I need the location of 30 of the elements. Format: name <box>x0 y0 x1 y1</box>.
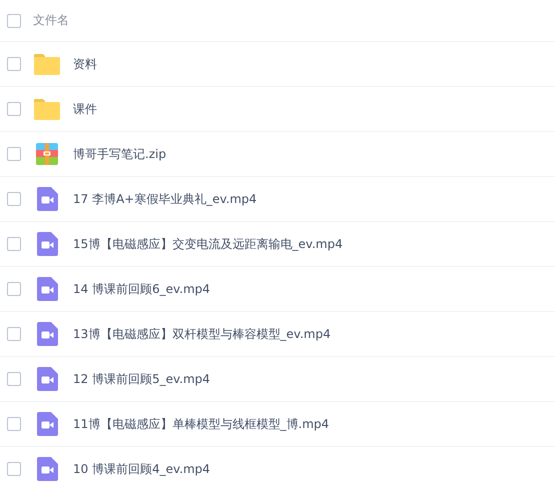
video-file-icon <box>34 186 60 212</box>
checkbox[interactable] <box>7 282 21 296</box>
file-name[interactable]: 11博【电磁感应】单棒模型与线框模型_博.mp4 <box>73 416 330 432</box>
video-file-icon <box>34 366 60 392</box>
file-name[interactable]: 资料 <box>73 56 97 72</box>
file-name[interactable]: 10 博课前回顾4_ev.mp4 <box>73 460 210 478</box>
checkbox[interactable] <box>7 147 21 161</box>
checkbox[interactable] <box>7 372 21 386</box>
file-name[interactable]: 17 李博A+寒假毕业典礼_ev.mp4 <box>73 190 257 208</box>
checkbox[interactable] <box>7 57 21 71</box>
checkbox[interactable] <box>7 327 21 341</box>
video-file-icon <box>34 231 60 257</box>
video-file-icon <box>34 411 60 437</box>
file-name[interactable]: 14 博课前回顾6_ev.mp4 <box>73 280 210 298</box>
folder-icon <box>34 96 60 122</box>
checkbox[interactable] <box>7 102 21 116</box>
checkbox[interactable] <box>7 192 21 206</box>
checkbox[interactable] <box>7 14 21 28</box>
video-file-icon <box>34 276 60 302</box>
file-name[interactable]: 博哥手写笔记.zip <box>73 146 166 162</box>
checkbox[interactable] <box>7 462 21 476</box>
checkbox[interactable] <box>7 237 21 251</box>
checkbox[interactable] <box>7 417 21 431</box>
file-name[interactable]: 15博【电磁感应】交变电流及远距离输电_ev.mp4 <box>73 236 343 252</box>
archive-icon <box>34 141 60 167</box>
video-file-icon <box>34 321 60 347</box>
file-name[interactable]: 13博【电磁感应】双杆模型与棒容模型_ev.mp4 <box>73 326 331 342</box>
file-name[interactable]: 12 博课前回顾5_ev.mp4 <box>73 370 210 388</box>
file-name[interactable]: 课件 <box>73 100 97 118</box>
folder-icon <box>34 51 60 77</box>
